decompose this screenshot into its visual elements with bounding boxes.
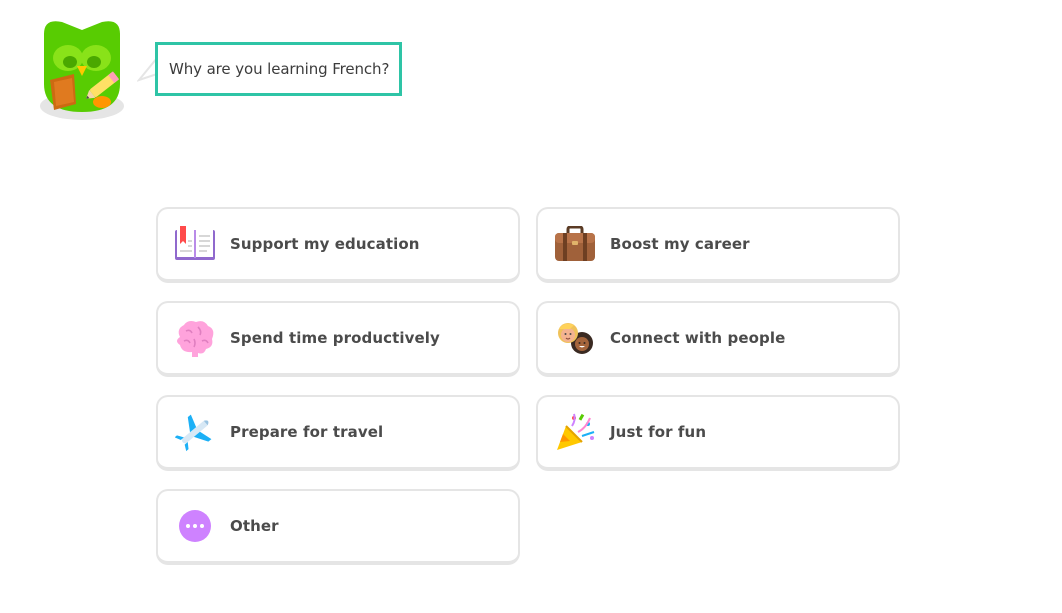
- option-label: Prepare for travel: [230, 423, 384, 441]
- open-book-icon: [173, 222, 217, 266]
- option-spend-time-productively[interactable]: Spend time productively: [156, 301, 520, 377]
- briefcase-icon: [553, 222, 597, 266]
- option-label: Boost my career: [610, 235, 750, 253]
- option-label: Connect with people: [610, 329, 786, 347]
- more-dots-icon: [173, 504, 217, 548]
- option-label: Support my education: [230, 235, 420, 253]
- language-reason-screen: Why are you learning French? Support my …: [0, 0, 1062, 613]
- option-support-my-education[interactable]: Support my education: [156, 207, 520, 283]
- option-label: Just for fun: [610, 423, 707, 441]
- option-prepare-for-travel[interactable]: Prepare for travel: [156, 395, 520, 471]
- option-boost-my-career[interactable]: Boost my career: [536, 207, 900, 283]
- option-just-for-fun[interactable]: Just for fun: [536, 395, 900, 471]
- option-other[interactable]: Other: [156, 489, 520, 565]
- brain-icon: [173, 316, 217, 360]
- question-text: Why are you learning French?: [169, 60, 390, 78]
- party-popper-icon: [553, 410, 597, 454]
- option-connect-with-people[interactable]: Connect with people: [536, 301, 900, 377]
- airplane-icon: [173, 410, 217, 454]
- people-icon: [553, 316, 597, 360]
- question-bubble: Why are you learning French?: [155, 42, 402, 96]
- owl-mascot-icon: [34, 14, 130, 124]
- option-label: Other: [230, 517, 279, 535]
- option-label: Spend time productively: [230, 329, 440, 347]
